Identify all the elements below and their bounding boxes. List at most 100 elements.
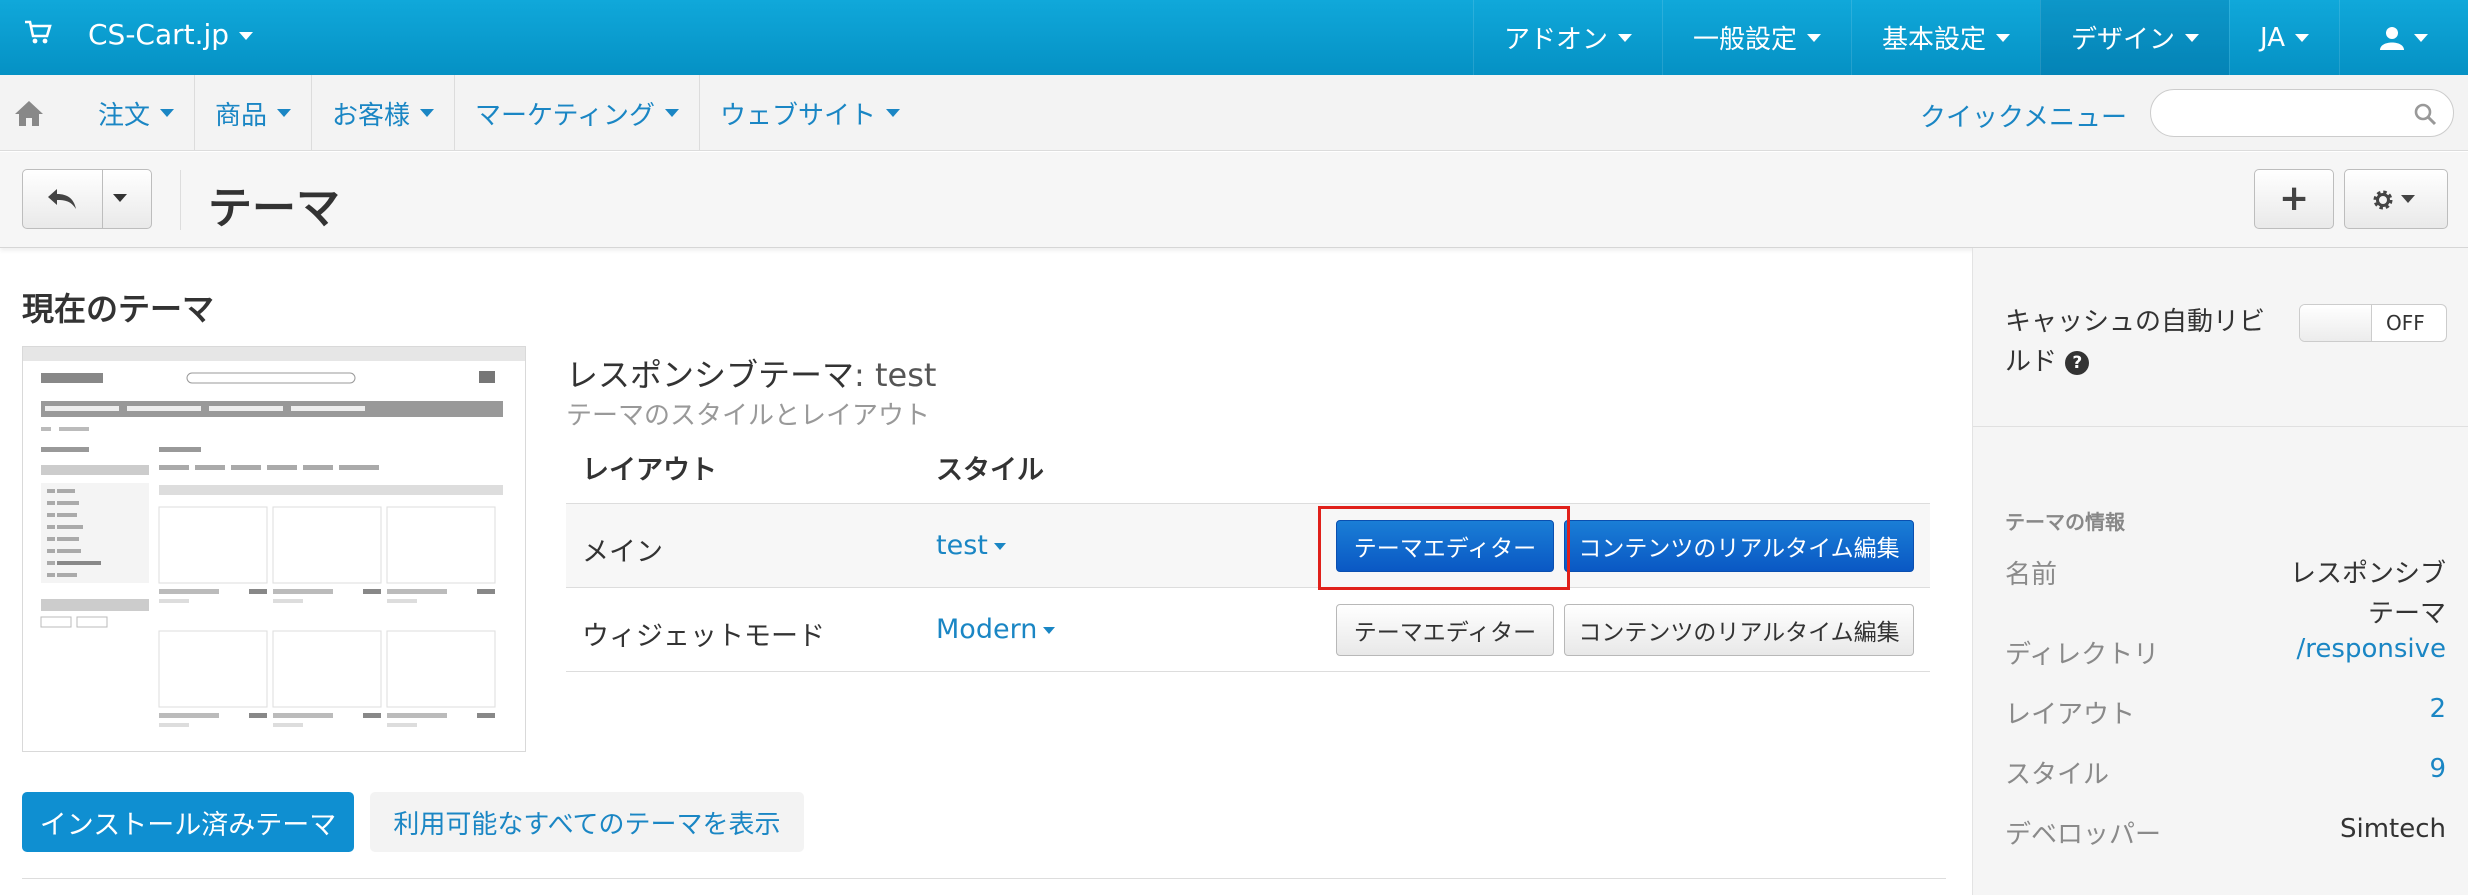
theme-preview-image <box>22 346 526 752</box>
store-selector[interactable]: CS-Cart.jp <box>88 18 254 51</box>
info-key-styles: スタイル <box>2005 760 2110 790</box>
topnav-basic-label: 基本設定 <box>1881 25 1986 55</box>
toggle-knob <box>2300 305 2372 341</box>
back-button-group <box>22 169 152 229</box>
layouts-table: レイアウト スタイル メイン test テーマエディター コンテンツのリアルタイ… <box>566 448 1930 672</box>
gear-icon <box>2373 190 2393 210</box>
history-dropdown-button[interactable] <box>103 170 151 228</box>
sidebar-divider <box>1973 426 2468 427</box>
chevron-down-icon <box>2295 33 2309 42</box>
home-icon[interactable] <box>14 99 44 127</box>
topnav-basic-settings[interactable]: 基本設定 <box>1850 0 2040 75</box>
quick-menu-link[interactable]: クイックメニュー <box>1920 97 2127 134</box>
chevron-down-icon <box>2401 195 2415 203</box>
cache-rebuild-toggle[interactable]: OFF <box>2299 304 2447 342</box>
info-key-directory: ディレクトリ <box>2005 640 2160 670</box>
info-value-layouts[interactable]: 2 <box>2429 694 2446 724</box>
chevron-down-icon <box>885 109 900 117</box>
info-value-developer: Simtech <box>2339 814 2446 844</box>
user-icon <box>2380 26 2404 50</box>
cart-icon[interactable] <box>24 20 52 46</box>
chevron-down-icon <box>113 194 127 202</box>
info-value-directory[interactable]: /responsive <box>2297 634 2446 664</box>
nav-orders[interactable]: 注文 <box>78 75 196 151</box>
current-theme-heading: 現在のテーマ <box>22 290 215 328</box>
nav-menu: 注文 商品 お客様 マーケティング ウェブサイト <box>78 75 920 151</box>
header-style: スタイル <box>936 455 1044 486</box>
help-icon[interactable]: ? <box>2065 350 2090 375</box>
topnav-general-label: 一般設定 <box>1692 25 1797 55</box>
table-header: レイアウト スタイル <box>566 448 1930 504</box>
topnav-general-settings[interactable]: 一般設定 <box>1661 0 1851 75</box>
theme-info-heading: テーマの情報 <box>2005 510 2125 534</box>
topnav-language[interactable]: JA <box>2229 0 2339 75</box>
chevron-down-icon <box>239 32 254 40</box>
chevron-down-icon <box>1617 33 1632 42</box>
style-dropdown-label: test <box>936 530 988 561</box>
plus-icon: + <box>2279 178 2310 219</box>
nav-customers[interactable]: お客様 <box>312 75 456 151</box>
chevron-down-icon <box>277 109 292 117</box>
nav-orders-label: 注文 <box>98 100 151 131</box>
top-nav: アドオン 一般設定 基本設定 デザイン JA <box>1472 0 2468 75</box>
nav-website[interactable]: ウェブサイト <box>700 75 920 151</box>
search-icon[interactable] <box>2413 102 2437 126</box>
search-input[interactable] <box>2150 89 2454 137</box>
user-menu[interactable] <box>2339 0 2468 75</box>
header-layout: レイアウト <box>582 455 717 486</box>
chevron-down-icon <box>160 109 175 117</box>
theme-description: テーマのスタイルとレイアウト <box>566 401 931 431</box>
nav-website-label: ウェブサイト <box>719 100 876 131</box>
style-dropdown[interactable]: Modern <box>936 614 1056 645</box>
right-sidebar: キャッシュの自動リビルド ? OFF テーマの情報 名前 レスポンシブテーマ デ… <box>1972 248 2468 895</box>
highlight-box <box>1318 506 1570 590</box>
table-row: ウィジェットモード Modern テーマエディター コンテンツのリアルタイム編集 <box>566 588 1930 672</box>
store-name: CS-Cart.jp <box>88 18 230 51</box>
theme-editor-button[interactable]: テーマエディター <box>1336 604 1554 656</box>
back-button[interactable] <box>23 170 103 228</box>
style-dropdown-label: Modern <box>936 614 1038 645</box>
chevron-down-icon <box>2185 33 2199 42</box>
main-nav: 注文 商品 お客様 マーケティング ウェブサイト クイックメニュー <box>0 75 2468 151</box>
info-key-name: 名前 <box>2005 560 2058 590</box>
info-key-developer: デベロッパー <box>2005 820 2162 850</box>
nav-products-label: 商品 <box>215 100 268 131</box>
layout-name: メイン <box>582 537 663 568</box>
back-arrow-icon <box>48 189 76 209</box>
info-key-layouts: レイアウト <box>2005 700 2136 730</box>
topnav-addons[interactable]: アドオン <box>1472 0 1662 75</box>
tab-installed-themes[interactable]: インストール済みテーマ <box>22 792 354 852</box>
topnav-addons-label: アドオン <box>1503 25 1608 55</box>
page-toolbar: テーマ + <box>0 152 2468 248</box>
style-dropdown[interactable]: test <box>936 530 1006 561</box>
chevron-down-icon <box>1995 33 2010 42</box>
cache-rebuild-text: キャッシュの自動リビルド <box>2005 307 2266 377</box>
topnav-design-label: デザイン <box>2070 25 2175 55</box>
divider <box>22 878 1946 879</box>
chevron-down-icon <box>420 109 435 117</box>
realtime-edit-button[interactable]: コンテンツのリアルタイム編集 <box>1564 520 1914 572</box>
top-bar: CS-Cart.jp アドオン 一般設定 基本設定 デザイン JA <box>0 0 2468 75</box>
info-value-name: レスポンシブテーマ <box>2289 559 2446 629</box>
theme-name: レスポンシブテーマ: test <box>566 350 936 396</box>
layout-name: ウィジェットモード <box>582 621 825 652</box>
nav-marketing[interactable]: マーケティング <box>455 75 700 151</box>
nav-products[interactable]: 商品 <box>195 75 313 151</box>
settings-dropdown-button[interactable] <box>2344 169 2448 229</box>
realtime-edit-button[interactable]: コンテンツのリアルタイム編集 <box>1564 604 1914 656</box>
nav-customers-label: お客様 <box>332 100 411 131</box>
theme-style-name: : test <box>854 356 937 394</box>
chevron-down-icon <box>2414 33 2428 42</box>
page-title: テーマ <box>208 183 340 234</box>
toolbar-divider <box>180 170 181 230</box>
info-value-styles[interactable]: 9 <box>2429 754 2446 784</box>
toggle-state: OFF <box>2386 311 2425 335</box>
topnav-language-label: JA <box>2260 22 2285 53</box>
tab-browse-all-themes[interactable]: 利用可能なすべてのテーマを表示 <box>370 792 804 852</box>
table-row: メイン test テーマエディター コンテンツのリアルタイム編集 <box>566 504 1930 588</box>
add-theme-button[interactable]: + <box>2254 169 2334 229</box>
topnav-design[interactable]: デザイン <box>2039 0 2229 75</box>
chevron-down-icon <box>993 543 1006 550</box>
chevron-down-icon <box>664 109 679 117</box>
cache-rebuild-label: キャッシュの自動リビルド ? <box>2005 302 2275 382</box>
